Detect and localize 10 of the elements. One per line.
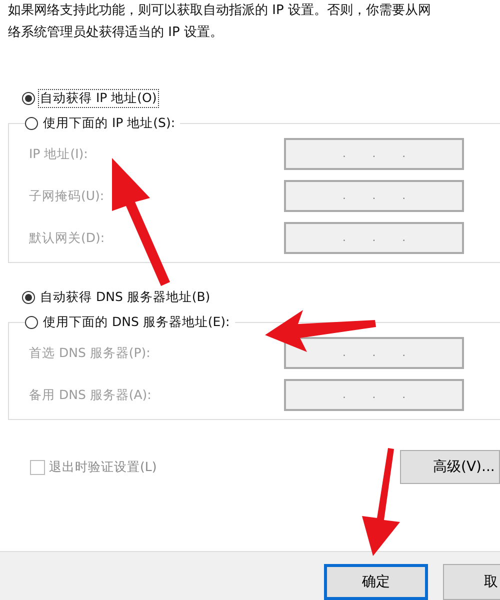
field-label: IP 地址(I): (29, 146, 89, 162)
radio-option[interactable]: 自动获得 IP 地址(O) (22, 90, 162, 107)
advanced-button[interactable]: 高级(V)... (400, 450, 500, 484)
cancel-button[interactable]: 取 (443, 564, 500, 600)
field-label: 首选 DNS 服务器(P): (29, 344, 152, 362)
field-label: 默认网关(D): (29, 230, 106, 246)
field-label: 子网掩码(U): (29, 188, 106, 204)
intro-text: 如果网络支持此功能，则可以获取自动指派的 IP 设置。否则，你需要从网 络系统管理员处获得适当的 IP 设置。 (7, 2, 432, 42)
field-label: 备用 DNS 服务器(A): (29, 386, 152, 404)
ok-button[interactable]: 确定 (324, 564, 428, 600)
